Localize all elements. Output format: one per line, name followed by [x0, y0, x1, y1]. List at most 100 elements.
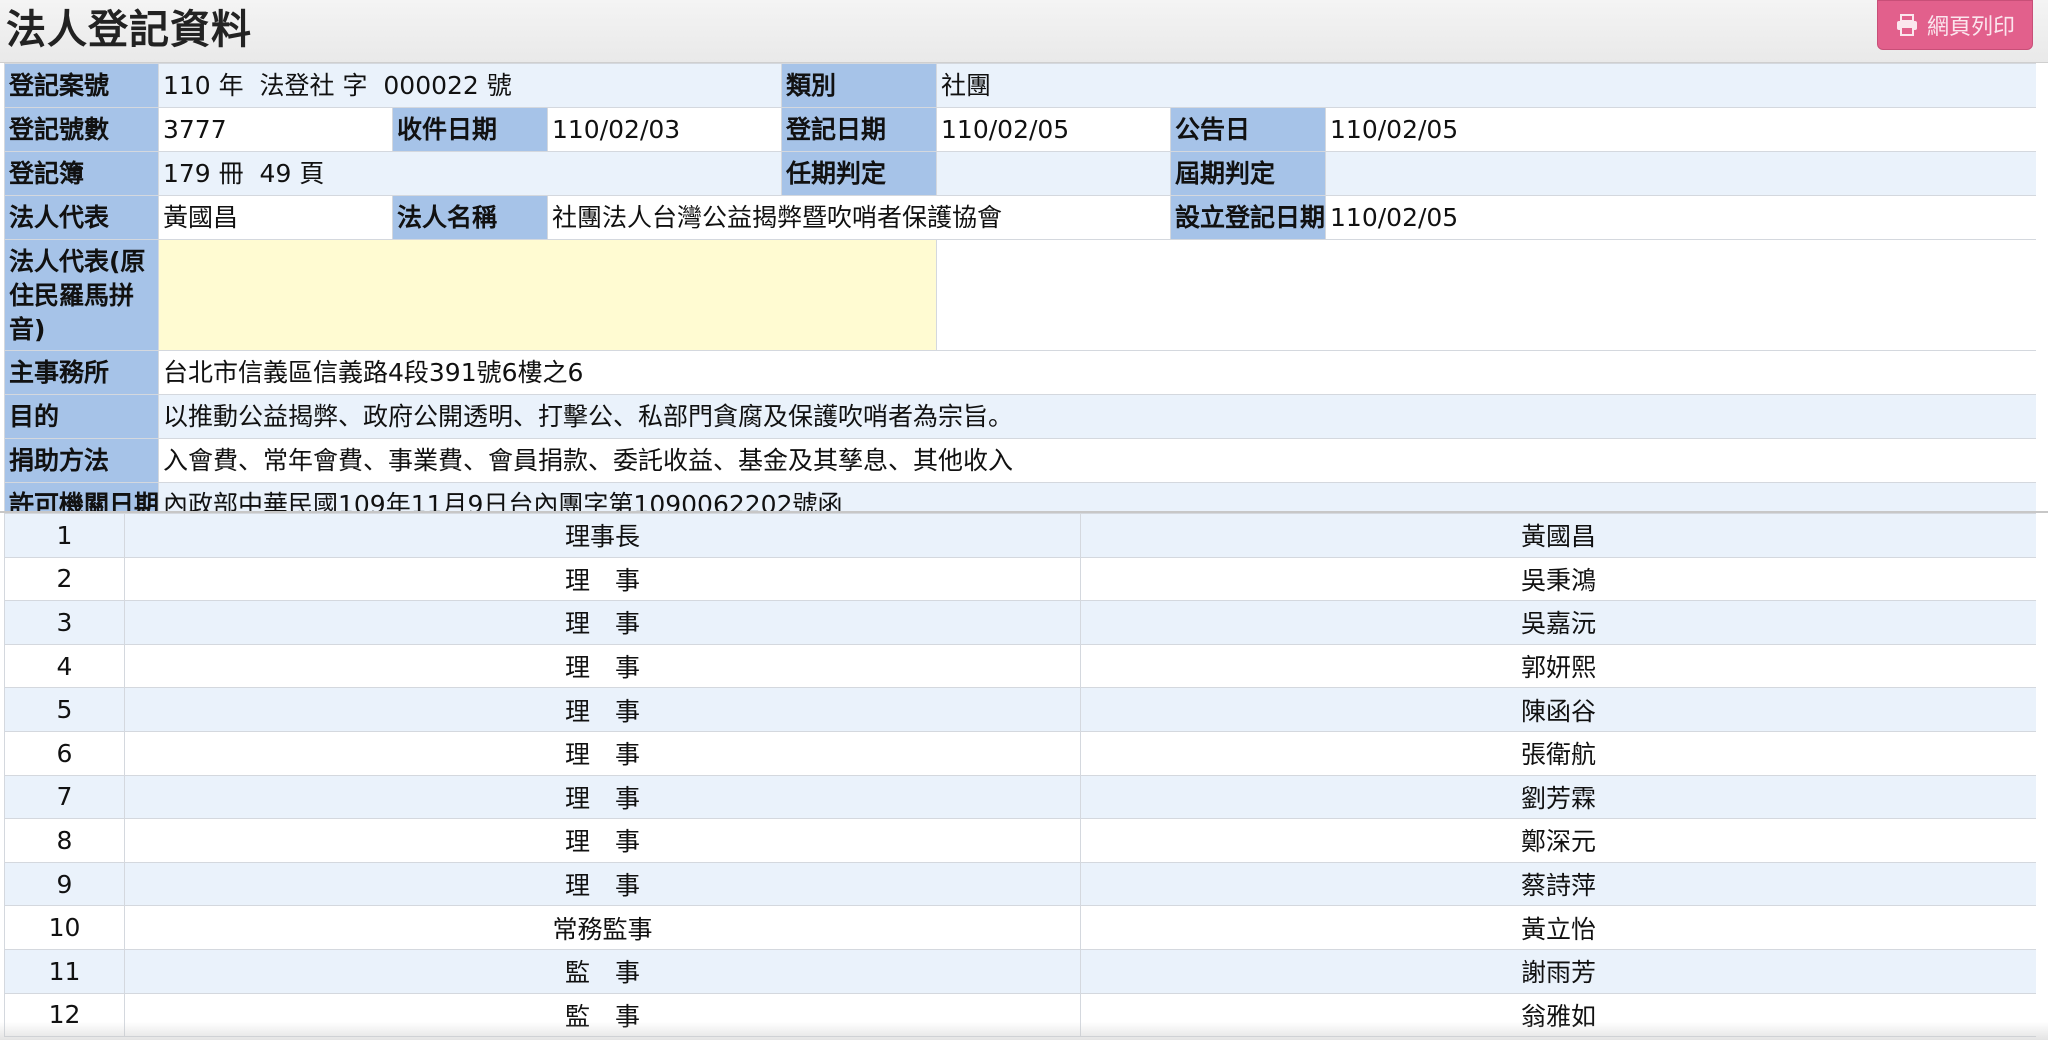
table-row: 5理 事陳函谷 — [4, 687, 2036, 732]
officer-name: 郭妍熙 — [1080, 643, 2036, 689]
rep-roman-label: 法人代表(原住民羅馬拼音) — [4, 239, 159, 351]
row-rep-roman: 法人代表(原住民羅馬拼音) — [4, 239, 2036, 351]
registration-table: 登記案號 110 年 法登社 字 000022 號 類別 社團 登記號數 377… — [4, 63, 2036, 511]
print-button-label: 網頁列印 — [1926, 15, 2015, 40]
officer-table: 1 理事長 黃國昌 2 理 事吳秉鴻 3 理 事吳嘉沅 4 理 事郭妍熙 5 理 事陳函谷 6 理 事張… — [4, 513, 2036, 1038]
row-purpose: 目的 以推動公益揭弊、政府公開透明、打擊公、私部門貪腐及保護吹哨者為宗旨。 — [4, 394, 2036, 439]
table-row: 9理 事蔡詩萍 — [4, 861, 2036, 907]
row-office: 主事務所 台北市信義區信義路4段391號6樓之6 — [4, 350, 2036, 395]
category-value: 社團 — [936, 63, 2036, 108]
established-label: 設立登記日期 — [1170, 195, 1327, 240]
book-value: 179 冊 49 頁 — [157, 151, 783, 196]
officer-title: 理 事 — [124, 556, 1081, 602]
row-representative: 法人代表 黃國昌 法人名稱 社團法人台灣公益揭弊暨吹哨者保護協會 設立登記日期 … — [4, 195, 2036, 240]
office-label: 主事務所 — [4, 350, 159, 395]
name-label: 法人名稱 — [392, 195, 548, 240]
page-header: 法人登記資料 網頁列印 — [0, 0, 2048, 63]
book-label: 登記簿 — [4, 151, 159, 196]
officer-name: 黃國昌 — [1080, 513, 2036, 558]
reg-count-label: 登記號數 — [4, 107, 159, 152]
term-value — [936, 151, 1172, 196]
term-label: 任期判定 — [781, 151, 938, 196]
officer-name: 陳函谷 — [1080, 687, 2036, 732]
received-date-value: 110/02/03 — [546, 107, 783, 152]
session-value — [1325, 151, 2036, 196]
table-row: 12 監 事翁雅如 — [4, 992, 2036, 1038]
officer-number: 3 — [4, 600, 125, 645]
officer-number: 5 — [4, 687, 125, 732]
officer-name: 劉芳霖 — [1080, 774, 2036, 820]
officer-number: 10 — [4, 905, 125, 950]
officer-title: 理 事 — [124, 730, 1081, 776]
officer-number: 1 — [4, 513, 125, 558]
officer-name: 謝雨芳 — [1080, 948, 2036, 994]
printer-icon — [1896, 14, 1917, 36]
officer-name: 黃立怡 — [1080, 905, 2036, 950]
officer-number: 12 — [4, 992, 125, 1038]
established-value: 110/02/05 — [1325, 195, 2036, 240]
case-no-label: 登記案號 — [4, 63, 159, 108]
registration-panel: 登記案號 110 年 法登社 字 000022 號 類別 社團 登記號數 377… — [4, 63, 2036, 511]
table-row: 1 理事長 黃國昌 — [4, 513, 2036, 558]
reg-date-value: 110/02/05 — [936, 107, 1172, 152]
officer-number: 11 — [4, 948, 125, 994]
reg-count-value: 3777 — [158, 107, 393, 152]
received-date-label: 收件日期 — [392, 107, 548, 152]
permit-label: 許可機關日期 — [4, 482, 159, 511]
officer-number: 7 — [4, 774, 125, 820]
officer-number: 2 — [4, 556, 125, 602]
category-label: 類別 — [781, 63, 938, 108]
rep-roman-value — [157, 239, 938, 351]
session-label: 屆期判定 — [1170, 151, 1327, 196]
print-button[interactable]: 網頁列印 — [1877, 0, 2033, 50]
officer-title: 理 事 — [124, 643, 1081, 689]
table-row: 11 監 事謝雨芳 — [4, 948, 2036, 994]
page-title: 法人登記資料 — [6, 7, 252, 53]
announce-value: 110/02/05 — [1325, 107, 2036, 152]
reg-date-label: 登記日期 — [781, 107, 938, 152]
officer-title: 理 事 — [124, 687, 1081, 732]
table-row: 3理 事吳嘉沅 — [4, 600, 2036, 645]
officer-number: 9 — [4, 861, 125, 907]
rep-value: 黃國昌 — [158, 195, 393, 240]
table-row: 7理 事劉芳霖 — [4, 774, 2036, 820]
table-row: 6理 事張衛航 — [4, 730, 2036, 776]
officer-name: 蔡詩萍 — [1080, 861, 2036, 907]
row-funding: 捐助方法 入會費、常年會費、事業費、會員捐款、委託收益、基金及其孳息、其他收入 — [4, 438, 2036, 483]
row-permit: 許可機關日期 內政部中華民國109年11月9日台內團字第1090062202號函 — [4, 482, 2036, 511]
officer-title: 理 事 — [124, 818, 1081, 863]
rep-label: 法人代表 — [4, 195, 159, 240]
officer-title: 理事長 — [124, 513, 1081, 558]
officer-title: 監 事 — [124, 992, 1081, 1038]
announce-label: 公告日 — [1170, 107, 1327, 152]
row-reg-count: 登記號數 3777 收件日期 110/02/03 登記日期 110/02/05 … — [4, 107, 2036, 152]
officer-number: 4 — [4, 643, 125, 689]
name-value: 社團法人台灣公益揭弊暨吹哨者保護協會 — [546, 195, 1172, 240]
funding-value: 入會費、常年會費、事業費、會員捐款、委託收益、基金及其孳息、其他收入 — [157, 438, 2036, 483]
table-row: 10 常務監事 黃立怡 — [4, 905, 2036, 950]
office-value: 台北市信義區信義路4段391號6樓之6 — [157, 350, 2036, 395]
officer-name: 鄭深元 — [1080, 818, 2036, 863]
officer-panel: 1 理事長 黃國昌 2 理 事吳秉鴻 3 理 事吳嘉沅 4 理 事郭妍熙 5 理 事陳函谷 6 理 事張… — [4, 513, 2036, 1038]
purpose-label: 目的 — [4, 394, 159, 439]
row-book: 登記簿 179 冊 49 頁 任期判定 屆期判定 — [4, 151, 2036, 196]
officer-number: 8 — [4, 818, 125, 863]
officer-number: 6 — [4, 730, 125, 776]
officer-name: 吳嘉沅 — [1080, 600, 2036, 645]
officer-name: 翁雅如 — [1080, 992, 2036, 1038]
officer-name: 張衛航 — [1080, 730, 2036, 776]
officer-title: 理 事 — [124, 861, 1081, 907]
officer-title: 理 事 — [124, 774, 1081, 820]
row-case-no: 登記案號 110 年 法登社 字 000022 號 類別 社團 — [4, 63, 2036, 108]
officer-title: 監 事 — [124, 948, 1081, 994]
table-row: 2理 事吳秉鴻 — [4, 556, 2036, 602]
officer-title: 常務監事 — [124, 905, 1081, 950]
table-row: 4理 事郭妍熙 — [4, 643, 2036, 689]
permit-value: 內政部中華民國109年11月9日台內團字第1090062202號函 — [157, 482, 2036, 511]
purpose-value: 以推動公益揭弊、政府公開透明、打擊公、私部門貪腐及保護吹哨者為宗旨。 — [157, 394, 2036, 439]
table-row: 8理 事鄭深元 — [4, 818, 2036, 863]
empty-area — [936, 239, 2036, 351]
funding-label: 捐助方法 — [4, 438, 159, 483]
case-no-value: 110 年 法登社 字 000022 號 — [157, 63, 783, 108]
officer-name: 吳秉鴻 — [1080, 556, 2036, 602]
